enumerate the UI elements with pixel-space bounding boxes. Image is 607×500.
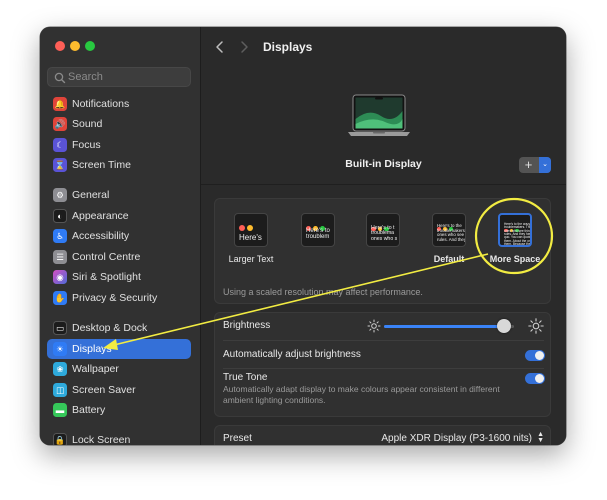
sidebar-item-label: General — [72, 189, 110, 201]
preset-label: Preset — [223, 433, 252, 444]
sidebar-item-label: Lock Screen — [72, 434, 131, 445]
battery-icon: ▬ — [53, 403, 67, 417]
macbook-display-icon[interactable] — [347, 94, 411, 140]
chevron-down-icon[interactable]: ⌄ — [539, 157, 551, 173]
sidebar-item-label: Accessibility — [72, 230, 130, 242]
search-field[interactable]: Search — [47, 67, 191, 87]
sidebar-item-label: Wallpaper — [72, 363, 119, 375]
sidebar-item-control-centre[interactable]: ☰ Control Centre — [47, 247, 191, 267]
dock-icon: ▭ — [53, 321, 67, 335]
displays-pane: Displays Built-in Display + ⌄ Here's Lar… — [201, 27, 566, 445]
sidebar-item-siri-spotlight[interactable]: ◉ Siri & Spotlight — [47, 267, 191, 287]
sidebar-item-sound[interactable]: 🔊 Sound — [47, 114, 191, 134]
sidebar: Search 🔔 Notifications 🔊 Sound ☾ Focus ⌛… — [40, 27, 201, 445]
auto-brightness-toggle[interactable] — [525, 350, 545, 361]
sidebar-item-accessibility[interactable]: ♿ Accessibility — [47, 226, 191, 246]
settings-window: Search 🔔 Notifications 🔊 Sound ☾ Focus ⌛… — [40, 27, 566, 445]
sidebar-item-label: Desktop & Dock — [72, 322, 148, 334]
sidebar-item-displays[interactable]: ☀ Displays — [47, 339, 191, 359]
sidebar-item-desktop-dock[interactable]: ▭ Desktop & Dock — [47, 318, 191, 338]
brightness-label: Brightness — [223, 320, 271, 331]
gear-icon: ⚙ — [53, 188, 67, 202]
siri-icon: ◉ — [53, 270, 67, 284]
sun-large-icon — [528, 318, 544, 334]
preset-select-value[interactable]: Apple XDR Display (P3-1600 nits) — [381, 433, 532, 444]
toggle-knob — [535, 351, 544, 360]
page-title: Displays — [263, 40, 313, 54]
sidebar-item-label: Screen Time — [72, 159, 131, 171]
toggle-knob — [535, 374, 544, 383]
brightness-slider-fill — [384, 325, 504, 328]
sidebar-item-screen-saver[interactable]: ◫ Screen Saver — [47, 380, 191, 400]
sidebar-item-label: Control Centre — [72, 251, 141, 263]
sidebar-item-label: Battery — [72, 404, 106, 416]
resolution-thumbnail: Here's to troublem — [301, 213, 335, 247]
auto-brightness-label: Automatically adjust brightness — [223, 349, 361, 360]
sidebar-item-notifications[interactable]: 🔔 Notifications — [47, 94, 191, 114]
resolution-option-label: Larger Text — [228, 254, 274, 264]
sidebar-item-screen-time[interactable]: ⌛ Screen Time — [47, 155, 191, 175]
divider — [201, 184, 566, 185]
screen-saver-icon: ◫ — [53, 383, 67, 397]
sidebar-item-label: Notifications — [72, 98, 130, 110]
sidebar-item-general[interactable]: ⚙ General — [47, 185, 191, 205]
wallpaper-icon: ❀ — [53, 362, 67, 376]
sidebar-item-label: Appearance — [72, 210, 129, 222]
zoom-window-button[interactable] — [85, 41, 95, 51]
sidebar-item-focus[interactable]: ☾ Focus — [47, 135, 191, 155]
sun-small-icon — [367, 319, 381, 333]
back-chevron-icon[interactable] — [213, 39, 227, 55]
plus-icon: + — [524, 157, 533, 172]
close-window-button[interactable] — [55, 41, 65, 51]
sidebar-item-appearance[interactable]: ◐ Appearance — [47, 206, 191, 226]
up-down-chevron-icon[interactable]: ▲ ▼ — [537, 431, 544, 444]
search-placeholder: Search — [68, 71, 103, 83]
sidebar-item-label: Privacy & Security — [72, 292, 158, 304]
toolbar: Displays — [201, 27, 566, 67]
moon-icon: ☾ — [53, 138, 67, 152]
resolution-card: Here's Larger Text Here's to troublem He… — [214, 198, 551, 304]
sun-icon: ☀ — [53, 342, 67, 356]
resolution-note: Using a scaled resolution may affect per… — [223, 287, 423, 297]
sidebar-item-label: Sound — [72, 118, 103, 130]
appearance-icon: ◐ — [53, 209, 67, 223]
sidebar-item-wallpaper[interactable]: ❀ Wallpaper — [47, 359, 191, 379]
search-icon — [54, 72, 66, 84]
add-display-button[interactable]: + ⌄ — [519, 157, 551, 173]
sidebar-item-label: Screen Saver — [72, 384, 136, 396]
true-tone-label: True Tone — [223, 372, 268, 383]
sidebar-item-label: Siri & Spotlight — [72, 271, 141, 283]
resolution-thumbnail: Here's to the troublemakers. ones who se… — [432, 213, 466, 247]
sidebar-item-battery[interactable]: ▬ Battery — [47, 400, 191, 420]
brightness-card: Brightness Automatically adjust brightne… — [214, 312, 551, 417]
control-centre-icon: ☰ — [53, 250, 67, 264]
sidebar-item-label: Focus — [72, 139, 101, 151]
display-name-label: Built-in Display — [345, 158, 422, 170]
hourglass-icon: ⌛ — [53, 158, 67, 172]
lock-icon: 🔒 — [53, 433, 67, 445]
brightness-slider[interactable] — [384, 319, 514, 333]
brightness-slider-knob[interactable] — [496, 319, 511, 333]
divider — [223, 368, 544, 369]
sidebar-item-label: Displays — [72, 343, 112, 355]
resolution-option-label: More Space — [489, 254, 541, 264]
divider — [223, 340, 544, 341]
true-tone-toggle[interactable] — [525, 373, 545, 384]
true-tone-description: Automatically adapt display to make colo… — [223, 384, 500, 405]
hand-icon: ✋ — [53, 291, 67, 305]
resolution-thumbnail: Here's — [234, 213, 268, 247]
accessibility-icon: ♿ — [53, 229, 67, 243]
sidebar-item-lock-screen[interactable]: 🔒 Lock Screen — [47, 430, 191, 445]
forward-chevron-icon[interactable] — [237, 39, 251, 55]
resolution-thumbnail: Here's to the crazy one troublemakers. T… — [498, 213, 532, 247]
bell-icon: 🔔 — [53, 97, 67, 111]
resolution-thumbnail: Here's to t troublema ones who s — [366, 213, 400, 247]
sidebar-item-privacy-security[interactable]: ✋ Privacy & Security — [47, 288, 191, 308]
preset-row[interactable]: Preset Apple XDR Display (P3-1600 nits) … — [214, 425, 551, 445]
speaker-icon: 🔊 — [53, 117, 67, 131]
minimize-window-button[interactable] — [70, 41, 80, 51]
